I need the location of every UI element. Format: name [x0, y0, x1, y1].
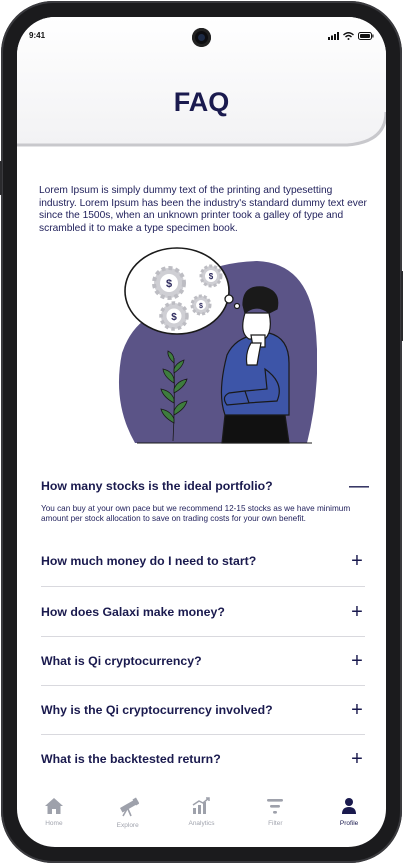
nav-filter[interactable]: Filter — [238, 789, 312, 847]
faq-list: How many stocks is the ideal portfolio? … — [41, 460, 369, 783]
expand-icon[interactable]: + — [349, 602, 365, 622]
status-icons — [328, 32, 374, 40]
status-time: 9:41 — [29, 31, 46, 40]
volume-button — [0, 161, 2, 195]
faq-item[interactable]: What is the backtested return? + — [41, 735, 365, 783]
page-title: FAQ — [173, 87, 230, 117]
intro-text: Lorem Ipsum is simply dummy text of the … — [39, 185, 367, 234]
nav-label: Explore — [116, 822, 139, 829]
svg-text:$: $ — [166, 278, 172, 290]
bar-chart-icon — [193, 797, 211, 814]
faq-item[interactable]: How does Galaxi make money? + — [41, 587, 365, 637]
svg-text:$: $ — [199, 303, 203, 310]
wifi-icon — [343, 32, 354, 40]
filter-icon — [267, 799, 284, 814]
faq-question: How much money do I need to start? — [41, 554, 257, 568]
nav-label: Filter — [268, 820, 283, 827]
faq-item[interactable]: Why is the Qi cryptocurrency involved? + — [41, 686, 365, 735]
telescope-icon — [119, 797, 139, 817]
bottom-nav: Home Explore Analytics Filter Profile — [17, 789, 386, 847]
svg-text:$: $ — [209, 272, 214, 281]
gear-icon: $ — [152, 266, 186, 300]
collapse-icon[interactable]: — — [349, 476, 369, 496]
expand-icon[interactable]: + — [349, 551, 365, 571]
nav-explore[interactable]: Explore — [91, 789, 165, 847]
faq-question-row[interactable]: What is the backtested return? + — [41, 735, 365, 783]
faq-question-row[interactable]: What is Qi cryptocurrency? + — [41, 637, 365, 685]
nav-analytics[interactable]: Analytics — [165, 789, 239, 847]
battery-icon — [358, 32, 374, 40]
profile-icon — [342, 798, 357, 814]
nav-label: Home — [45, 820, 63, 827]
expand-icon[interactable]: + — [349, 700, 365, 720]
screen: 9:41 FAQ Lorem Ipsum is simply dummy tex… — [17, 17, 386, 847]
faq-item[interactable]: How many stocks is the ideal portfolio? … — [41, 460, 369, 536]
home-icon — [44, 798, 63, 814]
phone-frame: 9:41 FAQ Lorem Ipsum is simply dummy tex… — [0, 1, 403, 863]
faq-question-row[interactable]: Why is the Qi cryptocurrency involved? + — [41, 686, 365, 734]
faq-question-row[interactable]: How much money do I need to start? + — [41, 536, 365, 586]
faq-question: Why is the Qi cryptocurrency involved? — [41, 703, 273, 717]
svg-text:$: $ — [171, 312, 177, 323]
nav-profile[interactable]: Profile — [312, 789, 386, 847]
faq-question: How many stocks is the ideal portfolio? — [41, 479, 273, 493]
nav-label: Analytics — [188, 820, 215, 827]
faq-question-row[interactable]: How does Galaxi make money? + — [41, 587, 365, 636]
signal-icon — [328, 32, 339, 40]
faq-item[interactable]: What is Qi cryptocurrency? + — [41, 637, 365, 686]
faq-question: What is Qi cryptocurrency? — [41, 654, 202, 668]
front-camera — [192, 28, 211, 47]
thinking-man-illustration: $ $ $ $ — [118, 247, 317, 444]
faq-question: How does Galaxi make money? — [41, 604, 225, 619]
faq-question: What is the backtested return? — [41, 752, 221, 766]
status-bar: 9:41 — [17, 17, 386, 57]
expand-icon[interactable]: + — [349, 651, 365, 671]
faq-item[interactable]: How much money do I need to start? + — [41, 536, 365, 587]
expand-icon[interactable]: + — [349, 749, 365, 769]
nav-label: Profile — [339, 820, 359, 827]
nav-home[interactable]: Home — [17, 789, 91, 847]
faq-answer: You can buy at your own pace but we reco… — [41, 504, 351, 523]
